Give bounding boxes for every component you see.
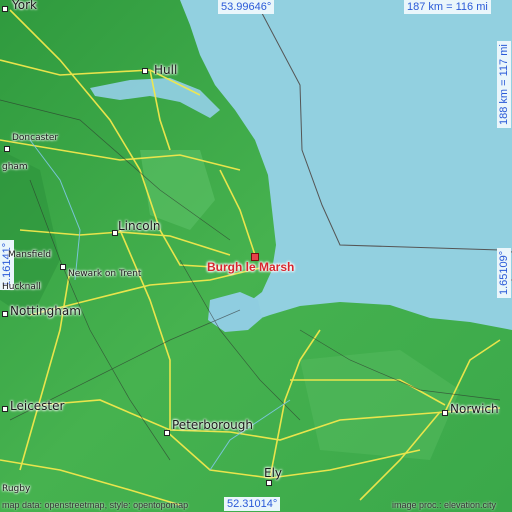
newark-dot <box>60 264 66 270</box>
city-leicester[interactable]: Leicester <box>10 399 64 413</box>
city-hucknall[interactable]: Hucknall <box>2 282 41 292</box>
longitude-right-label: 1.65109° <box>497 247 511 298</box>
map-canvas[interactable]: 53.99646° 52.31014° 1.16141° 1.65109° 18… <box>0 0 512 512</box>
nottingham-dot <box>2 311 8 317</box>
city-gham-fragment[interactable]: gham <box>2 162 28 172</box>
latitude-bottom-label: 52.31014° <box>224 497 281 511</box>
location-label[interactable]: Burgh le Marsh <box>207 260 294 274</box>
city-peterborough[interactable]: Peterborough <box>172 418 253 432</box>
city-ely[interactable]: Ely <box>264 466 282 480</box>
map-attribution: map data: openstreetmap, style: opentopo… <box>2 500 189 510</box>
norwich-dot <box>442 410 448 416</box>
hull-dot <box>142 68 148 74</box>
ely-dot <box>266 480 272 486</box>
york-dot <box>2 6 8 12</box>
city-nottingham[interactable]: Nottingham <box>10 304 81 318</box>
latitude-top-label: 53.99646° <box>218 0 275 14</box>
peterborough-dot <box>164 430 170 436</box>
city-norwich[interactable]: Norwich <box>450 402 499 416</box>
city-lincoln[interactable]: Lincoln <box>118 219 161 233</box>
doncaster-dot <box>4 146 10 152</box>
vertical-scale-label: 188 km = 117 mi <box>497 41 511 128</box>
city-rugby[interactable]: Rugby <box>2 484 30 494</box>
city-york[interactable]: York <box>12 0 37 12</box>
city-mansfield[interactable]: Mansfield <box>8 250 51 260</box>
image-attribution: image proc.: elevation.city <box>392 500 497 510</box>
city-doncaster[interactable]: Doncaster <box>12 133 58 143</box>
horizontal-scale-label: 187 km = 116 mi <box>404 0 491 14</box>
city-newark[interactable]: Newark on Trent <box>68 269 141 279</box>
leicester-dot <box>2 406 8 412</box>
city-hull[interactable]: Hull <box>154 63 177 77</box>
